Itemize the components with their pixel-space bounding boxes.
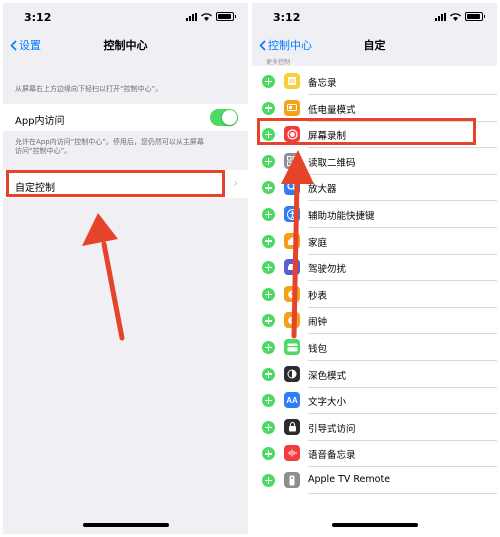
list-item[interactable]: 放大器	[252, 174, 497, 201]
app-access-toggle[interactable]	[210, 109, 238, 126]
list-item[interactable]: 钱包	[252, 334, 497, 361]
stopwatch-icon	[284, 285, 300, 302]
list-item-label: 驾驶勿扰	[308, 264, 347, 276]
list-item-label: 语音备忘录	[308, 450, 356, 462]
alarm-icon	[284, 312, 300, 329]
status-bar: 3:12	[3, 3, 248, 29]
list-item-label: 深色模式	[308, 370, 347, 382]
nav-bar: 设置 控制中心	[3, 29, 248, 59]
qr-code-icon	[284, 152, 300, 169]
control-center-caption: 从屏幕右上方边缘向下轻扫以打开“控制中心”。	[15, 85, 163, 93]
low-power-icon	[284, 99, 300, 116]
status-bar: 3:12	[252, 3, 497, 29]
battery-icon	[216, 12, 236, 21]
add-control-button[interactable]	[262, 208, 275, 221]
home-indicator	[82, 523, 169, 527]
section-header: 更多控制	[252, 59, 497, 66]
screen-record-icon	[284, 126, 300, 143]
list-item-label: 文字大小	[308, 397, 347, 409]
add-control-button[interactable]	[262, 287, 275, 301]
back-label: 控制中心	[268, 39, 312, 52]
tv-remote-icon	[284, 472, 300, 488]
row-separator	[308, 493, 497, 494]
wifi-icon	[450, 12, 461, 21]
list-item[interactable]: 秒表	[252, 281, 497, 308]
battery-icon	[465, 12, 485, 21]
list-item-label: Apple TV Remote	[308, 474, 391, 485]
list-item[interactable]: 驾驶勿扰	[252, 254, 497, 281]
add-control-button[interactable]	[262, 447, 275, 461]
app-access-footnote-line2: 访问“控制中心”。	[15, 147, 72, 155]
settings-control-center-screen: 3:12 设置 控制中心 从屏幕右上方边缘向下轻扫以打开“控制中心”。 App内…	[3, 3, 248, 534]
back-label: 设置	[19, 39, 41, 52]
customize-controls-label: 自定控制	[15, 183, 55, 194]
voice-memo-icon	[284, 445, 300, 462]
list-item[interactable]: AA 文字大小	[252, 387, 497, 414]
list-item-label: 闹钟	[308, 317, 328, 329]
list-item-label: 屏幕录制	[308, 131, 347, 143]
add-control-button[interactable]	[262, 75, 275, 88]
list-item-label: 钱包	[308, 344, 328, 355]
chevron-left-icon	[259, 39, 266, 51]
list-item-label: 放大器	[308, 184, 337, 196]
dark-mode-icon	[284, 365, 300, 382]
add-control-button[interactable]	[262, 367, 275, 381]
add-control-button[interactable]	[262, 128, 275, 142]
more-controls-list: 更多控制 备忘录低电量模式屏幕录制读取二维码放大器辅助功能快捷键 家庭驾驶勿扰秒表…	[252, 59, 497, 534]
add-control-button[interactable]	[262, 341, 275, 354]
add-control-button[interactable]	[262, 420, 275, 434]
list-item[interactable]: 深色模式	[252, 361, 497, 388]
car-icon	[284, 259, 300, 276]
back-button[interactable]: 设置	[10, 37, 41, 53]
list-item[interactable]: 低电量模式	[252, 95, 497, 122]
add-control-button[interactable]	[262, 474, 275, 487]
chevron-left-icon	[10, 39, 17, 51]
guided-access-icon	[284, 418, 300, 435]
home-icon	[284, 232, 300, 249]
accessibility-icon	[284, 206, 300, 222]
add-control-button[interactable]	[262, 234, 275, 248]
notes-icon	[284, 73, 300, 89]
list-item-label: 家庭	[308, 237, 328, 249]
add-control-button[interactable]	[262, 101, 275, 115]
magnifier-icon	[284, 179, 300, 196]
list-item-label: 备忘录	[308, 78, 337, 89]
nav-bar: 控制中心 自定	[252, 29, 497, 59]
list-item[interactable]: 辅助功能快捷键	[252, 201, 497, 228]
cellular-signal-icon	[186, 12, 197, 21]
app-access-cell: App内访问	[3, 104, 248, 131]
cellular-signal-icon	[435, 12, 446, 21]
list-item[interactable]: 屏幕录制	[252, 121, 497, 148]
add-control-button[interactable]	[262, 314, 275, 328]
list-item[interactable]: 引导式访问	[252, 414, 497, 441]
add-control-button[interactable]	[262, 394, 275, 408]
list-item[interactable]: 闹钟	[252, 307, 497, 334]
status-time: 3:12	[273, 11, 301, 24]
list-item[interactable]: 备忘录	[252, 68, 497, 95]
add-control-button[interactable]	[262, 261, 275, 275]
customize-controls-cell[interactable]: 自定控制 ›	[3, 170, 248, 198]
customize-controls-screen: 3:12 控制中心 自定 更多控制 备忘录低电量模式屏幕录制读取二维码放大器辅助…	[252, 3, 497, 534]
list-item-label: 辅助功能快捷键	[308, 211, 375, 222]
app-access-label: App内访问	[15, 116, 65, 127]
wifi-icon	[201, 12, 212, 21]
list-item-label: 低电量模式	[308, 104, 356, 116]
list-item-label: 读取二维码	[308, 157, 356, 169]
list-item[interactable]: 家庭	[252, 228, 497, 255]
home-indicator	[331, 523, 418, 527]
chevron-right-icon: ›	[233, 176, 238, 190]
text-size-icon: AA	[284, 392, 300, 409]
list-item-label: 引导式访问	[308, 423, 356, 435]
add-control-button[interactable]	[262, 154, 275, 168]
wallet-icon	[284, 339, 300, 355]
list-item[interactable]: 语音备忘录	[252, 440, 497, 467]
section-header-label: 更多控制	[266, 59, 291, 66]
list-item-label: 秒表	[308, 290, 328, 302]
add-control-button[interactable]	[262, 181, 275, 195]
list-item[interactable]: 读取二维码	[252, 148, 497, 175]
back-button[interactable]: 控制中心	[259, 37, 312, 53]
status-time: 3:12	[24, 11, 52, 24]
list-item[interactable]: Apple TV Remote	[252, 467, 497, 494]
